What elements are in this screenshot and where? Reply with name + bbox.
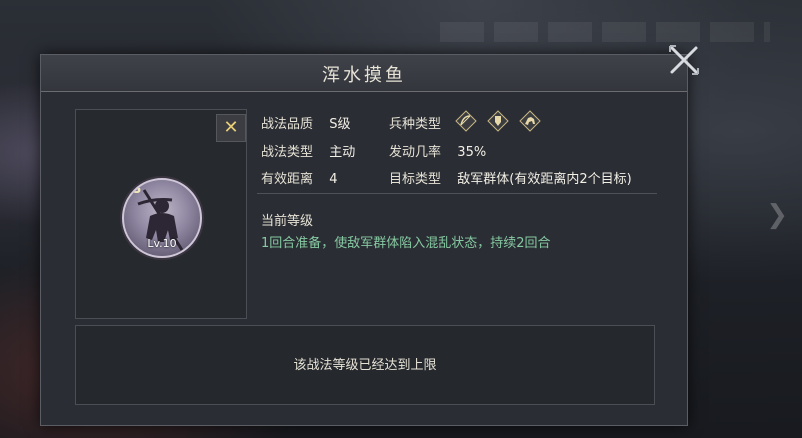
close-icon[interactable]: [666, 42, 702, 78]
dialog-title: 浑水摸鱼: [322, 65, 406, 86]
current-level-title: 当前等级: [261, 214, 314, 229]
shield-icon[interactable]: [487, 110, 509, 132]
max-level-box: 该战法等级已经达到上限: [75, 325, 655, 405]
quality-label: 战法品质: [261, 117, 314, 132]
unit-type-row: 兵种类型: [389, 113, 441, 132]
quality-value: S级: [329, 117, 351, 132]
skill-grade-badge: S: [132, 182, 142, 197]
unit-type-label: 兵种类型: [389, 117, 442, 132]
skill-avatar[interactable]: S Lv.10: [122, 178, 202, 258]
trigger-label: 发动几率: [389, 145, 442, 160]
trigger-row: 发动几率 35%: [389, 141, 486, 160]
type-label: 战法类型: [261, 145, 314, 160]
divider: [257, 193, 657, 194]
bow-icon[interactable]: [455, 110, 477, 132]
cavalry-icon[interactable]: [519, 110, 541, 132]
background-tab-bar: [440, 22, 770, 42]
skill-portrait-panel: ✕ S Lv.10: [75, 109, 247, 319]
panel-close-icon[interactable]: ✕: [216, 114, 246, 142]
quality-row: 战法品质 S级: [261, 113, 351, 132]
range-value: 4: [329, 172, 338, 187]
skill-level-label: Lv.10: [147, 237, 177, 250]
dialog-titlebar: 浑水摸鱼: [41, 55, 687, 92]
type-row: 战法类型 主动: [261, 141, 355, 160]
target-label: 目标类型: [389, 172, 442, 187]
background-next-arrow-icon: ❯: [766, 200, 788, 230]
target-row: 目标类型 敌军群体(有效距离内2个目标): [389, 168, 632, 187]
trigger-value: 35%: [457, 145, 487, 160]
skill-detail-dialog: 浑水摸鱼 ✕ S Lv.10 战法品质 S级 兵种类型 战法类型 主动 发动几率…: [40, 54, 688, 426]
range-label: 有效距离: [261, 172, 314, 187]
type-value: 主动: [329, 145, 356, 160]
max-level-notice: 该战法等级已经达到上限: [293, 358, 437, 373]
target-value: 敌军群体(有效距离内2个目标): [457, 172, 632, 187]
range-row: 有效距离 4: [261, 168, 338, 187]
current-level-description: 1回合准备，使敌军群体陷入混乱状态，持续2回合: [261, 236, 551, 251]
